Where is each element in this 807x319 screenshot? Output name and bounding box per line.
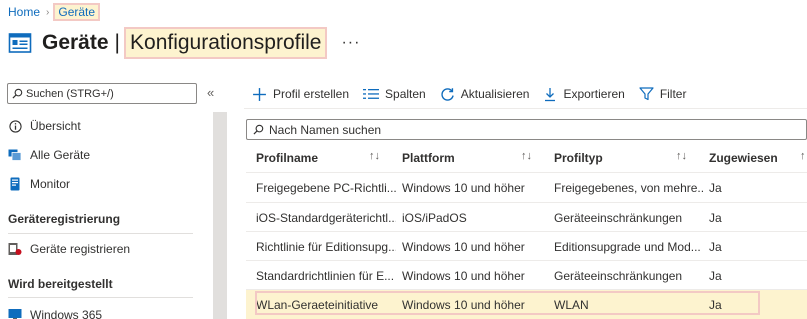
cell-zugewiesen: Ja (709, 268, 722, 283)
cell-profiltyp: Freigegebenes, von mehre... (554, 180, 704, 195)
column-header-profiltyp[interactable]: Profiltyp (554, 150, 603, 166)
sort-icon[interactable]: ↑↓ (369, 150, 380, 162)
create-profile-button[interactable]: Profil erstellen (252, 87, 349, 102)
sidebar-item-label: Alle Geräte (30, 148, 91, 162)
sidebar-item-label: Übersicht (30, 119, 81, 133)
cell-zugewiesen: Ja (709, 239, 722, 254)
column-header-plattform[interactable]: Plattform (402, 150, 455, 166)
plus-icon (253, 87, 266, 101)
sidebar-item-monitor[interactable]: Monitor (8, 173, 70, 195)
sidebar-scrollbar[interactable] (213, 112, 227, 319)
sort-icon[interactable]: ↑↓ (676, 150, 687, 162)
filter-button[interactable]: Filter (639, 87, 687, 101)
cell-profilname[interactable]: Richtlinie für Editionsupg... (256, 232, 396, 261)
toolbar-divider (244, 108, 807, 109)
name-search-placeholder: Nach Namen suchen (269, 122, 382, 137)
sort-icon[interactable]: ↑ (800, 150, 806, 162)
sidebar-item-uebersicht[interactable]: Übersicht (8, 115, 81, 137)
breadcrumb-geraete[interactable]: Geräte (53, 3, 101, 21)
cell-plattform: Windows 10 und höher (402, 180, 525, 195)
sidebar-item-geraete-registrieren[interactable]: Geräte registrieren (8, 238, 130, 260)
configuration-profile-icon (8, 33, 32, 53)
create-profile-label: Profil erstellen (273, 87, 350, 101)
sidebar-section-bereitgestellt: Wird bereitgestellt (8, 277, 113, 291)
table-row[interactable]: iOS-Standardgeräterichtl... iOS/iPadOS G… (246, 203, 807, 232)
cell-zugewiesen: Ja (709, 210, 722, 225)
monitor-icon (8, 177, 22, 191)
selection-highlight (255, 291, 760, 315)
cell-plattform: iOS/iPadOS (402, 210, 467, 225)
export-button[interactable]: Exportieren (543, 87, 625, 102)
cell-zugewiesen: Ja (709, 180, 722, 195)
download-icon (545, 87, 556, 101)
page-header: Geräte | Konfigurationsprofile ··· (8, 26, 360, 60)
refresh-label: Aktualisieren (460, 87, 530, 101)
column-header-zugewiesen[interactable]: Zugewiesen (709, 150, 778, 166)
chevron-right-icon: › (46, 6, 50, 18)
devices-icon (8, 148, 22, 162)
sidebar-search-placeholder: Suchen (STRG+/) (26, 87, 114, 100)
cell-profiltyp: Geräteeinschränkungen (554, 268, 683, 283)
sidebar-search-input[interactable]: Suchen (STRG+/) (7, 83, 197, 104)
columns-icon (363, 89, 380, 99)
columns-button[interactable]: Spalten (363, 87, 426, 101)
page-title: Geräte (42, 31, 109, 54)
sidebar-item-label: Monitor (30, 177, 71, 191)
columns-label: Spalten (385, 87, 426, 101)
title-separator: | (114, 31, 121, 54)
table-row[interactable]: Standardrichtlinien für E... Windows 10 … (246, 261, 807, 290)
sidebar-item-label: Windows 365 (30, 308, 103, 319)
cell-profilname[interactable]: Standardrichtlinien für E... (256, 261, 396, 290)
name-search-input[interactable]: Nach Namen suchen (246, 119, 807, 140)
cell-profiltyp: Editionsupgrade und Mod... (554, 239, 701, 254)
table-row[interactable]: Freigegebene PC-Richtli... Windows 10 un… (246, 173, 807, 202)
sidebar-section-registrierung: Geräteregistrierung (8, 212, 121, 226)
table-row[interactable]: Richtlinie für Editionsupg... Windows 10… (246, 232, 807, 261)
more-options-button[interactable]: ··· (341, 34, 360, 52)
sidebar-item-alle-geraete[interactable]: Alle Geräte (8, 144, 90, 166)
sidebar-item-windows-365[interactable]: Windows 365 (8, 304, 102, 319)
command-bar: Profil erstellen Spalten Aktualisieren E… (252, 84, 700, 104)
cell-plattform: Windows 10 und höher (402, 268, 525, 283)
breadcrumb-home[interactable]: Home (8, 5, 40, 19)
cell-plattform: Windows 10 und höher (402, 239, 525, 254)
search-icon (253, 124, 264, 135)
windows365-icon (8, 308, 22, 319)
sidebar-divider (8, 233, 193, 234)
sidebar-item-label: Geräte registrieren (30, 242, 131, 256)
breadcrumb: Home › Geräte (8, 3, 101, 21)
column-header-profilname[interactable]: Profilname (256, 150, 318, 166)
search-icon (12, 88, 23, 99)
cell-profilname[interactable]: Freigegebene PC-Richtli... (256, 173, 396, 202)
refresh-icon (441, 87, 454, 101)
filter-icon (639, 87, 654, 101)
export-label: Exportieren (563, 87, 625, 101)
sort-icon[interactable]: ↑↓ (521, 150, 532, 162)
collapse-sidebar-icon[interactable]: « (207, 85, 214, 100)
filter-label: Filter (659, 87, 687, 101)
page-subtitle: Konfigurationsprofile (124, 27, 328, 59)
cell-profilname[interactable]: iOS-Standardgeräterichtl... (256, 203, 396, 232)
cell-profiltyp: Geräteeinschränkungen (554, 210, 683, 225)
enroll-icon (8, 242, 22, 256)
refresh-button[interactable]: Aktualisieren (440, 87, 530, 102)
info-icon (8, 119, 22, 133)
sidebar-divider (8, 297, 193, 298)
